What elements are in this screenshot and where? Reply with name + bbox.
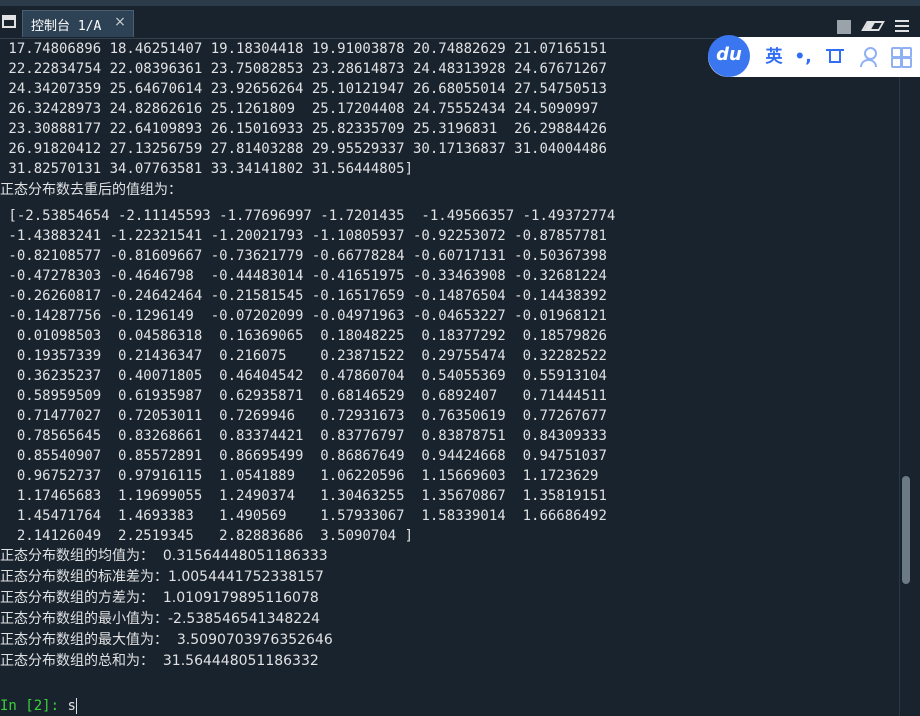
output-line: 0.36235237 0.40071805 0.46404542 0.47860… [0,368,607,384]
output-line: 26.32428973 24.82862616 25.1261809 25.17… [0,101,599,117]
output-line: 0.19357339 0.21436347 0.216075 0.2387152… [0,348,607,364]
close-icon[interactable]: × [113,14,127,32]
input-prompt-line[interactable]: In [2]: s [0,696,77,716]
output-line: 0.58959509 0.61935987 0.62935871 0.68146… [0,388,607,404]
output-line: 0.85540907 0.85572891 0.86695499 0.86867… [0,448,607,464]
output-line: -1.43883241 -1.22321541 -1.20021793 -1.1… [0,228,607,244]
stat-max: 正态分布数组的最大值为： 3.5090703976352646 [0,632,333,648]
output-line: 1.17465683 1.19699055 1.2490374 1.304632… [0,488,607,504]
output-line: 22.22834754 22.08396361 23.75082853 23.2… [0,61,607,77]
grid-menu-icon[interactable] [890,45,912,69]
user-icon[interactable] [858,45,880,69]
menu-icon[interactable] [895,20,909,32]
output-line: 0.01098503 0.04586318 0.16369065 0.18048… [0,328,607,344]
ime-toolbar: du 英 •, [708,35,920,77]
output-line: -0.47278303 -0.4646798 -0.44483014 -0.41… [0,268,607,284]
output-line: 31.82570131 34.07763581 33.34141802 31.5… [0,161,414,177]
stop-icon[interactable] [837,20,851,34]
output-line: 26.91820412 27.13256759 27.81403288 29.9… [0,141,607,157]
stat-min: 正态分布数组的最小值为：-2.538546541348224 [0,611,321,627]
output-line: 24.34207359 25.64670614 23.92656264 25.1… [0,81,607,97]
output-line: 正态分布数去重后的值组为： [0,182,182,198]
output-line: 0.96752737 0.97916115 1.0541889 1.062205… [0,468,599,484]
output-line: 1.45471764 1.4693383 1.490569 1.57933067… [0,508,607,524]
stat-std: 正态分布数组的标准差为：1.0054441752338157 [0,569,324,585]
prompt-input[interactable]: s [67,698,75,714]
output-line: 2.14126049 2.2519345 2.82883686 3.509070… [0,528,414,544]
output-line: [-2.53854654 -2.11145593 -1.77696997 -1.… [0,208,616,224]
in-prompt-label: In [2]: [0,698,60,714]
stat-mean: 正态分布数组的均值为： 0.31564448051186333 [0,548,328,564]
output-line: 0.71477027 0.72053011 0.7269946 0.729316… [0,408,607,424]
stat-variance: 正态分布数组的方差为： 1.0109179895116078 [0,590,319,606]
scrollbar-thumb[interactable] [902,476,910,584]
output-line: 17.74806896 18.46251407 19.18304418 19.9… [0,41,607,57]
vertical-scrollbar[interactable] [899,39,914,716]
output-line: 23.30888177 22.64109893 26.15016933 25.8… [0,121,607,137]
output-line: -0.82108577 -0.81609667 -0.73621779 -0.6… [0,248,607,264]
ime-punctuation-toggle[interactable]: •, [792,45,814,69]
output-line: 0.78565645 0.83268661 0.83374421 0.83776… [0,428,607,444]
output-line: -0.14287756 -0.1296149 -0.07202099 -0.04… [0,308,607,324]
tab-console-1[interactable]: 控制台 1/A × [22,10,134,37]
stat-sum: 正态分布数组的总和为： 31.564448051186332 [0,653,319,669]
output-line: -0.26260817 -0.24642464 -0.21581545 -0.1… [0,288,607,304]
console-tab-bar: 控制台 1/A × [0,6,920,39]
console-output[interactable]: 17.74806896 18.46251407 19.18304418 19.9… [0,39,898,716]
eraser-icon[interactable] [861,21,885,31]
window-icon[interactable] [2,15,16,28]
text-cursor [75,698,77,714]
tab-label: 控制台 1/A [31,19,102,34]
ime-language-toggle[interactable]: 英 [760,45,788,69]
baidu-ime-logo[interactable]: du [708,35,750,77]
ime-skin-icon[interactable] [826,45,848,69]
